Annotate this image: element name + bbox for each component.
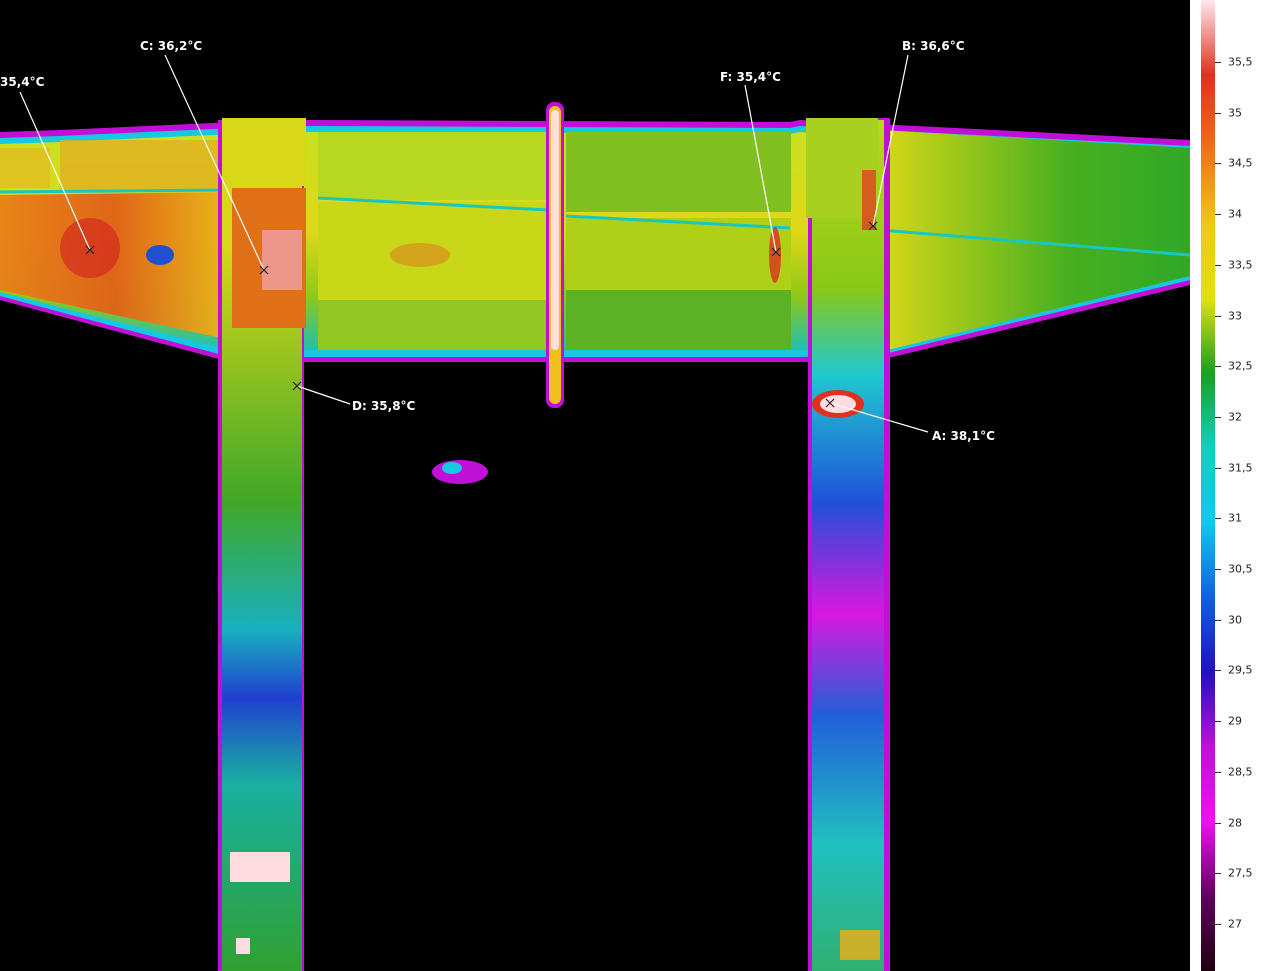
temperature-scale: 35,5 35 34,5 34 33,5 33 32,5 32 31,5 31 30,5 30 29,5… xyxy=(1190,0,1280,971)
scale-tick-label: 27 xyxy=(1228,917,1242,931)
scale-tick-label: 33,5 xyxy=(1228,258,1253,272)
scale-tick-label: 30 xyxy=(1228,613,1242,627)
scale-tick-label: 31 xyxy=(1228,511,1242,525)
scale-tick-mark xyxy=(1215,619,1221,621)
scale-tick-mark xyxy=(1215,315,1221,317)
scale-tick-mark xyxy=(1215,62,1221,63)
scale-tick-mark xyxy=(1215,366,1221,368)
marker-label-c: C: 36,2°C xyxy=(140,39,203,53)
scale-tick-label: 34,5 xyxy=(1228,156,1253,170)
scale-tick-label: 33 xyxy=(1228,309,1242,322)
marker-label-d: D: 35,8°C xyxy=(352,399,416,413)
scale-tick-mark xyxy=(1215,518,1221,520)
scale-tick-label: 29,5 xyxy=(1228,663,1253,677)
scale-tick-mark xyxy=(1215,873,1221,875)
scale-tick-mark xyxy=(1215,822,1221,824)
scale-tick-mark xyxy=(1215,670,1221,672)
scale-tick-label: 31,5 xyxy=(1228,461,1253,475)
thermal-image xyxy=(0,54,1190,971)
scale-tick-mark xyxy=(1215,163,1221,165)
scale-tick-label: 28,5 xyxy=(1228,765,1253,779)
marker-label-e: 35,4°C xyxy=(0,75,45,89)
marker-label-f: F: 35,4°C xyxy=(720,70,781,84)
scale-tick-label: 30,5 xyxy=(1228,562,1253,576)
scale-tick-mark xyxy=(1215,569,1221,570)
scale-tick-mark xyxy=(1215,214,1221,216)
scale-tick-mark xyxy=(1215,467,1221,469)
scale-tick-label: 32 xyxy=(1228,410,1242,424)
scale-tick-label: 28 xyxy=(1228,816,1242,829)
scale-tick-mark xyxy=(1215,923,1221,925)
scale-tick-label: 35 xyxy=(1228,106,1242,120)
marker-label-a: A: 38,1°C xyxy=(932,429,995,443)
scale-gradient xyxy=(1201,0,1215,971)
marker-label-b: B: 36,6°C xyxy=(902,39,965,53)
scale-tick-label: 27,5 xyxy=(1228,866,1253,880)
scale-tick-mark xyxy=(1215,721,1221,723)
scale-tick-label: 29 xyxy=(1228,714,1242,728)
scale-tick-mark xyxy=(1215,264,1221,266)
scale-tick-label: 34 xyxy=(1228,207,1242,221)
scale-tick-label: 35,5 xyxy=(1228,55,1253,69)
scale-tick-mark xyxy=(1215,416,1221,418)
scale-tick-mark xyxy=(1215,112,1221,114)
scale-tick-mark xyxy=(1215,771,1221,773)
scale-tick-label: 32,5 xyxy=(1228,359,1253,373)
